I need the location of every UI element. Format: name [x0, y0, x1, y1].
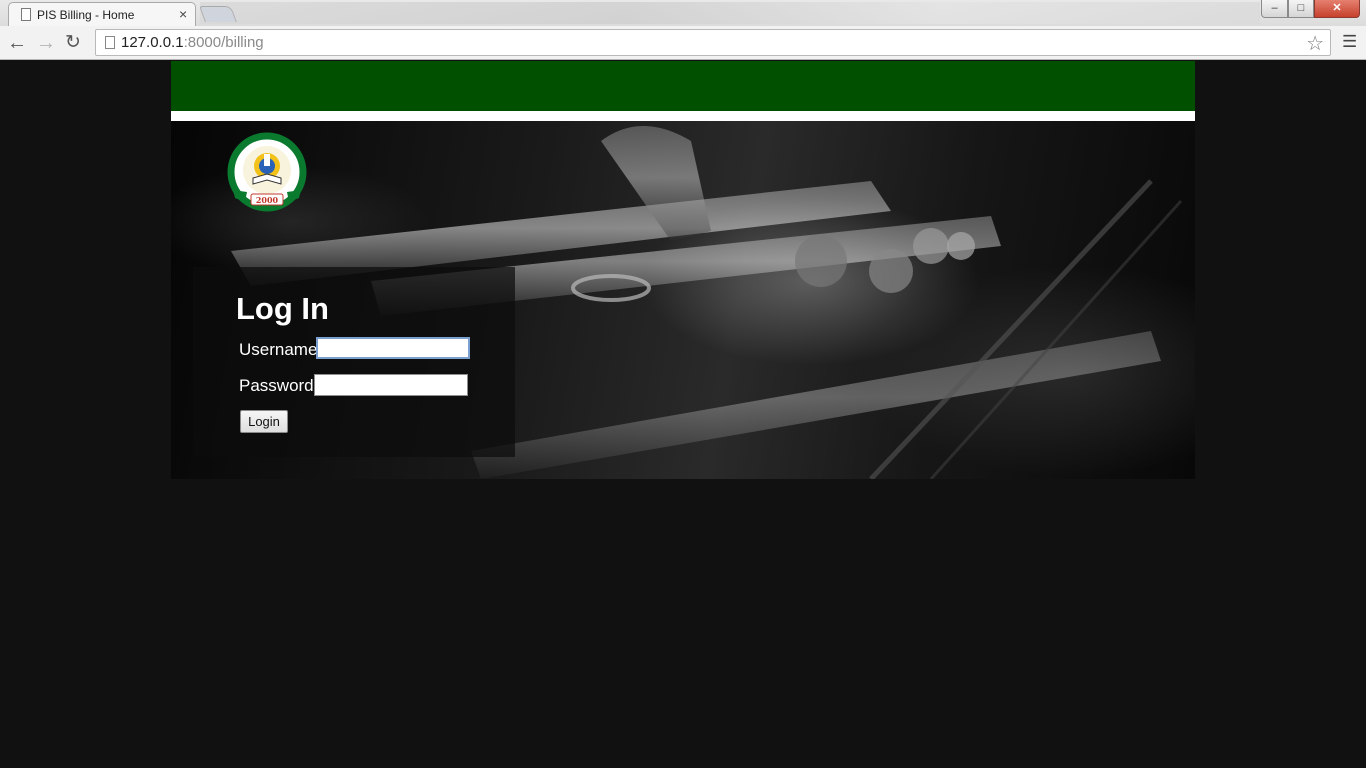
title-bar-background [200, 2, 1260, 24]
browser-tab[interactable]: PIS Billing - Home × [8, 2, 196, 26]
logo-year: 2000 [256, 195, 279, 205]
page-icon [105, 36, 115, 49]
login-panel: Log In Username Password Login [193, 267, 515, 457]
header-banner [171, 61, 1195, 111]
school-seal-logo: 2000 [227, 132, 307, 212]
url-text[interactable]: 127.0.0.1:8000/billing [121, 34, 264, 51]
hamburger-menu-icon[interactable]: ☰ [1342, 32, 1357, 52]
hero-image: 2000 Log In Username Password Login [171, 121, 1195, 479]
header-divider [171, 111, 1195, 121]
back-arrow-icon[interactable]: ← [7, 31, 27, 55]
star-icon[interactable]: ☆ [1306, 31, 1324, 56]
login-title: Log In [236, 291, 329, 326]
page-container: 2000 Log In Username Password Login [171, 61, 1195, 479]
forward-arrow-icon[interactable]: → [36, 31, 56, 55]
password-input[interactable] [314, 374, 468, 396]
url-host: 127.0.0.1 [121, 34, 184, 51]
new-tab-button[interactable] [199, 6, 237, 22]
url-path: :8000/billing [183, 34, 264, 51]
window-minimize-button[interactable]: – [1261, 0, 1288, 18]
username-input[interactable] [316, 337, 470, 359]
reload-icon[interactable]: ↻ [65, 31, 81, 55]
window-close-button[interactable]: ✕ [1314, 0, 1360, 18]
browser-toolbar: ← → ↻ 127.0.0.1:8000/billing ☆ ☰ [0, 26, 1366, 60]
tab-title: PIS Billing - Home [37, 8, 135, 22]
page-icon [21, 8, 31, 21]
password-label: Password [239, 376, 314, 395]
window-maximize-button[interactable]: □ [1288, 0, 1314, 18]
browser-title-bar: PIS Billing - Home × – □ ✕ [0, 0, 1366, 26]
username-label: Username [239, 340, 318, 359]
login-button[interactable]: Login [240, 410, 288, 433]
address-bar[interactable]: 127.0.0.1:8000/billing ☆ [95, 29, 1331, 56]
tab-close-button[interactable]: × [179, 6, 187, 22]
